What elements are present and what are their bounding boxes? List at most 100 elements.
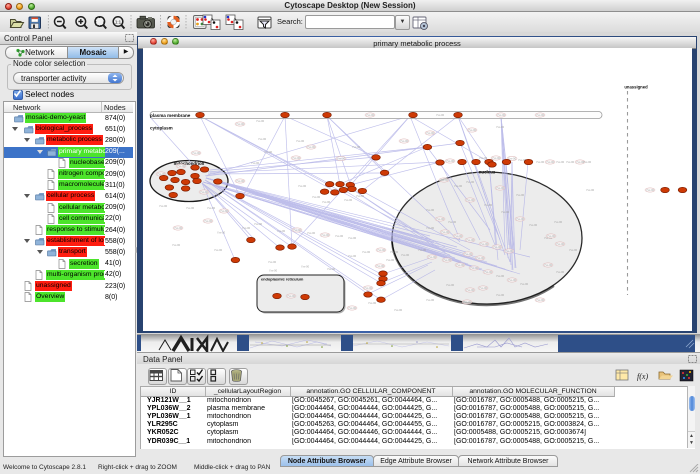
svg-text:Yxx-00: Yxx-00: [394, 308, 403, 312]
svg-text:Yxx-00: Yxx-00: [377, 248, 386, 252]
svg-text:Yxx-00: Yxx-00: [207, 206, 216, 210]
svg-text:Yxx-00: Yxx-00: [293, 228, 302, 232]
svg-text:Yxx-00: Yxx-00: [505, 249, 514, 253]
svg-text:Yxx-00: Yxx-00: [484, 203, 493, 207]
svg-text:Yxx-00: Yxx-00: [479, 286, 488, 290]
svg-text:Yxx-00: Yxx-00: [480, 242, 489, 246]
svg-text:Yxx-00: Yxx-00: [368, 301, 377, 305]
svg-text:Yxx-00: Yxx-00: [501, 210, 510, 214]
svg-text:Yxx-00: Yxx-00: [174, 226, 183, 230]
svg-text:Yxx-00: Yxx-00: [200, 190, 209, 194]
svg-text:Yxx-00: Yxx-00: [484, 270, 493, 274]
svg-text:Yxx-00: Yxx-00: [492, 156, 501, 160]
svg-text:Yxx-00: Yxx-00: [400, 139, 409, 143]
svg-text:Yxx-00: Yxx-00: [443, 258, 452, 262]
svg-text:Yxx-00: Yxx-00: [256, 119, 265, 123]
svg-text:unassigned: unassigned: [624, 85, 648, 90]
svg-text:cytoplasm: cytoplasm: [150, 126, 173, 131]
svg-text:Yxx-00: Yxx-00: [321, 233, 330, 237]
svg-text:Yxx-00: Yxx-00: [496, 125, 505, 129]
svg-text:Yxx-00: Yxx-00: [251, 161, 260, 165]
svg-text:Yxx-00: Yxx-00: [448, 220, 457, 224]
svg-text:Yxx-00: Yxx-00: [496, 293, 505, 297]
svg-text:Yxx-00: Yxx-00: [217, 231, 226, 235]
svg-text:Yxx-00: Yxx-00: [242, 226, 251, 230]
svg-text:Yxx-00: Yxx-00: [496, 274, 505, 278]
svg-text:Yxx-00: Yxx-00: [296, 139, 305, 143]
svg-text:Yxx-00: Yxx-00: [454, 234, 463, 238]
svg-text:Yxx-00: Yxx-00: [466, 238, 475, 242]
svg-text:Yxx-00: Yxx-00: [344, 198, 353, 202]
svg-text:Yxx-00: Yxx-00: [366, 113, 375, 117]
svg-text:Yxx-00: Yxx-00: [426, 226, 435, 230]
svg-text:Yxx-00: Yxx-00: [386, 258, 395, 262]
svg-text:Yxx-00: Yxx-00: [493, 245, 502, 249]
svg-text:Yxx-00: Yxx-00: [536, 160, 545, 164]
svg-text:Yxx-00: Yxx-00: [516, 193, 525, 197]
svg-text:Yxx-00: Yxx-00: [269, 269, 278, 273]
svg-text:Yxx-00: Yxx-00: [418, 248, 427, 252]
svg-text:Yxx-00: Yxx-00: [356, 194, 365, 198]
svg-text:Yxx-00: Yxx-00: [554, 220, 563, 224]
svg-text:Yxx-00: Yxx-00: [401, 253, 410, 257]
svg-text:Yxx-00: Yxx-00: [204, 219, 213, 223]
svg-text:Yxx-00: Yxx-00: [441, 230, 450, 234]
svg-text:Yxx-00: Yxx-00: [446, 283, 455, 287]
svg-text:Yxx-00: Yxx-00: [362, 250, 371, 254]
svg-text:Yxx-00: Yxx-00: [364, 286, 373, 290]
svg-text:Yxx-00: Yxx-00: [436, 113, 445, 117]
svg-text:Yxx-00: Yxx-00: [466, 198, 475, 202]
svg-text:Yxx-00: Yxx-00: [476, 256, 485, 260]
svg-text:Yxx-00: Yxx-00: [177, 164, 186, 168]
svg-text:Yxx-00: Yxx-00: [277, 229, 286, 233]
svg-text:Yxx-00: Yxx-00: [322, 200, 331, 204]
svg-text:Yxx-00: Yxx-00: [426, 298, 435, 302]
svg-text:plasma membrane: plasma membrane: [150, 113, 191, 118]
svg-text:Yxx-00: Yxx-00: [172, 243, 181, 247]
svg-text:Yxx-00: Yxx-00: [529, 223, 538, 227]
svg-text:Yxx-00: Yxx-00: [192, 151, 201, 155]
svg-text:Yxx-00: Yxx-00: [428, 255, 437, 259]
svg-text:Yxx-00: Yxx-00: [536, 113, 545, 117]
svg-text:Yxx-00: Yxx-00: [456, 263, 465, 267]
svg-text:Yxx-00: Yxx-00: [547, 234, 556, 238]
svg-text:Yxx-00: Yxx-00: [186, 206, 195, 210]
svg-text:Yxx-00: Yxx-00: [301, 265, 310, 269]
svg-text:Yxx-00: Yxx-00: [236, 179, 245, 183]
svg-text:Yxx-00: Yxx-00: [546, 160, 555, 164]
svg-text:Yxx-00: Yxx-00: [646, 188, 655, 192]
svg-text:Yxx-00: Yxx-00: [220, 209, 229, 213]
svg-text:Yxx-00: Yxx-00: [468, 128, 477, 132]
svg-text:Yxx-00: Yxx-00: [287, 294, 296, 298]
svg-text:Yxx-00: Yxx-00: [436, 217, 445, 221]
svg-text:Yxx-00: Yxx-00: [466, 180, 475, 184]
svg-text:Yxx-00: Yxx-00: [520, 282, 529, 286]
svg-text:Yxx-00: Yxx-00: [348, 236, 357, 240]
svg-text:Yxx-00: Yxx-00: [352, 145, 361, 149]
svg-text:Yxx-00: Yxx-00: [258, 137, 267, 141]
svg-text:Yxx-00: Yxx-00: [508, 278, 517, 282]
svg-text:Yxx-00: Yxx-00: [327, 267, 336, 271]
svg-text:f(x): f(x): [637, 372, 648, 381]
svg-text:Yxx-00: Yxx-00: [464, 252, 473, 256]
svg-text:Yxx-00: Yxx-00: [312, 195, 321, 199]
svg-text:1:1: 1:1: [115, 20, 122, 25]
svg-text:endoplasmic reticulum: endoplasmic reticulum: [261, 277, 304, 282]
svg-text:Yxx-00: Yxx-00: [376, 264, 385, 268]
svg-text:Yxx-00: Yxx-00: [214, 248, 223, 252]
svg-text:Yxx-00: Yxx-00: [390, 250, 399, 254]
svg-text:Yxx-00: Yxx-00: [426, 208, 435, 212]
svg-text:Yxx-00: Yxx-00: [463, 300, 472, 304]
svg-text:Yxx-00: Yxx-00: [470, 266, 479, 270]
svg-text:Yxx-00: Yxx-00: [236, 122, 245, 126]
svg-text:Yxx-00: Yxx-00: [426, 131, 435, 135]
svg-text:Yxx-00: Yxx-00: [348, 306, 357, 310]
svg-text:Yxx-00: Yxx-00: [292, 156, 301, 160]
svg-text:Yxx-00: Yxx-00: [583, 160, 592, 164]
svg-text:Yxx-00: Yxx-00: [536, 298, 545, 302]
svg-text:Yxx-00: Yxx-00: [440, 178, 449, 182]
svg-text:Yxx-00: Yxx-00: [496, 186, 505, 190]
svg-text:Yxx-00: Yxx-00: [454, 184, 463, 188]
svg-text:Yxx-00: Yxx-00: [556, 270, 565, 274]
svg-text:Yxx-00: Yxx-00: [337, 157, 346, 161]
